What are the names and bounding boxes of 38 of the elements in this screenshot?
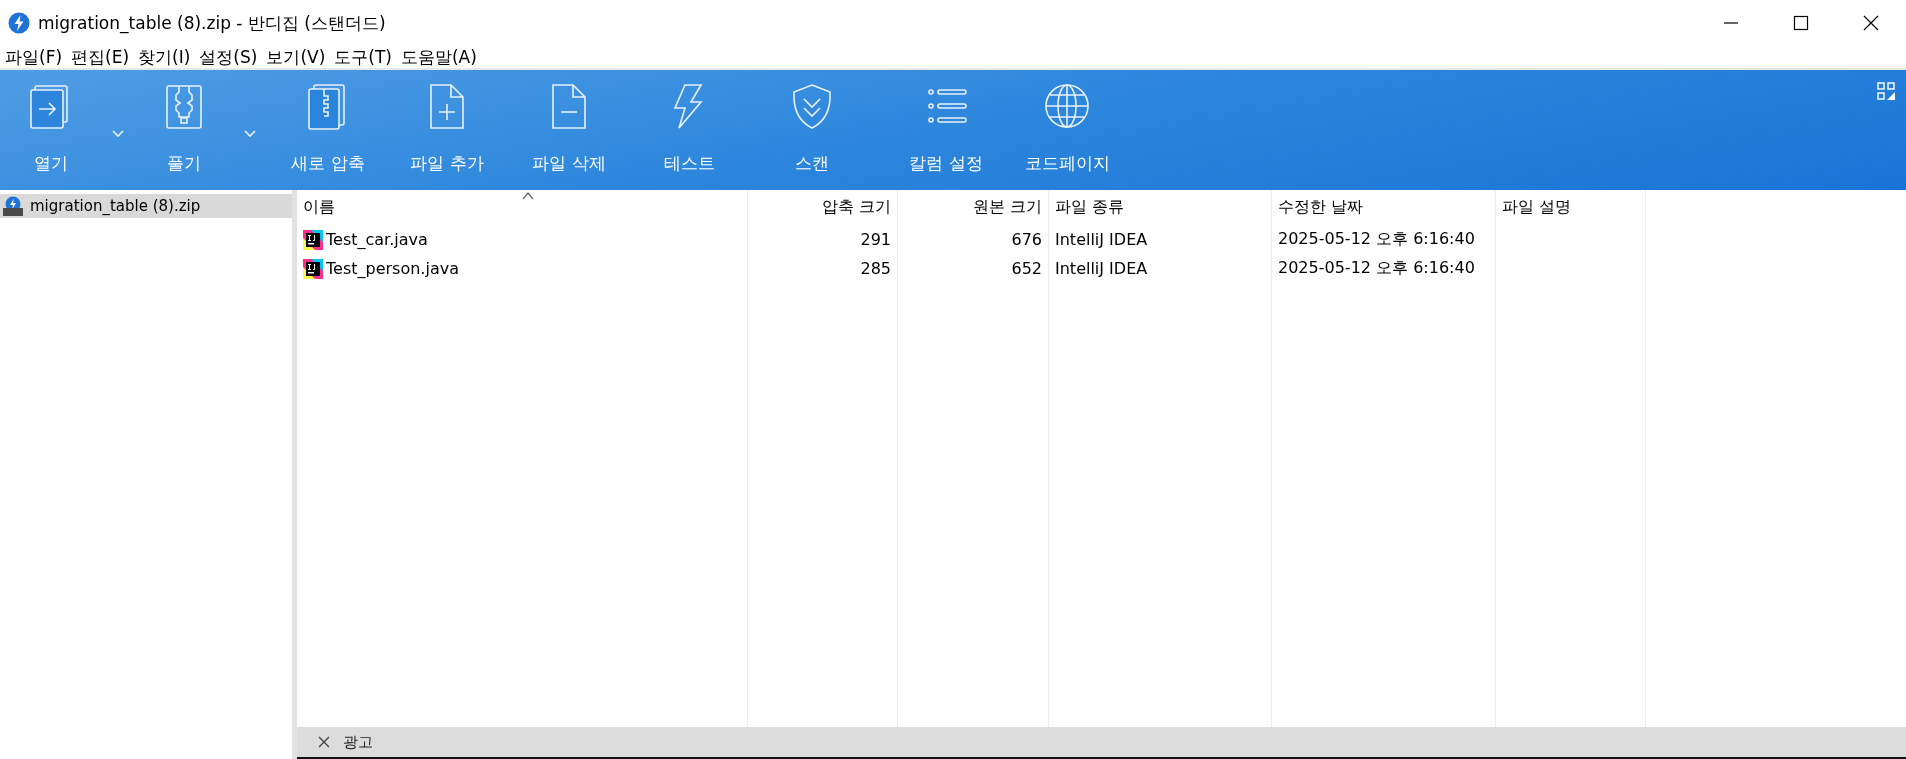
zip-file-icon (2, 196, 24, 216)
toolbar-button[interactable]: 테스트 (634, 74, 744, 184)
caret-icon (244, 130, 256, 138)
table-cell: 285 (860, 259, 891, 278)
toolbar-button[interactable]: 코드페이지 (1012, 74, 1122, 184)
toolbar-button[interactable]: 파일 추가 (390, 74, 504, 184)
caret-icon (112, 130, 124, 138)
toolbar-button[interactable]: 스캔 (744, 74, 880, 184)
table-cell: 652 (1011, 259, 1042, 278)
file-name: Test_person.java (326, 259, 459, 278)
table-cell: IntelliJ IDEA (1055, 230, 1148, 249)
table-cell: 2025-05-12 오후 6:16:40 (1278, 229, 1475, 250)
layout-grid-icon[interactable] (1877, 82, 1896, 101)
intellij-icon (303, 229, 323, 250)
file-name: Test_car.java (326, 230, 428, 249)
app-logo-icon (8, 12, 30, 34)
menu-item[interactable]: 설정(S) (196, 45, 264, 69)
ad-label: 광고 (343, 732, 373, 752)
intellij-icon (303, 258, 323, 279)
sort-caret-icon (522, 192, 534, 200)
window-title: migration_table (8).zip - 반디집 (스탠더드) (38, 11, 386, 35)
toolbar-button[interactable]: 파일 삭제 (504, 74, 634, 184)
menu-item[interactable]: 보기(V) (263, 45, 332, 69)
close-icon (1863, 15, 1879, 31)
table-cell: IntelliJ IDEA (1055, 259, 1148, 278)
table-cell: 2025-05-12 오후 6:16:40 (1278, 258, 1475, 279)
menu-item[interactable]: 도움말(A) (397, 45, 483, 69)
table-cell: 291 (860, 230, 891, 249)
menu-item[interactable]: 도구(T) (331, 45, 398, 69)
menu-item[interactable]: 편집(E) (68, 45, 136, 69)
toolbar-button[interactable]: 칼럼 설정 (880, 74, 1012, 184)
sidebar-item[interactable]: migration_table (8).zip (0, 194, 292, 218)
menu-item[interactable]: 찾기(I) (135, 45, 197, 69)
close-ad-button[interactable] (317, 735, 331, 749)
menu-item[interactable]: 파일(F) (2, 45, 69, 69)
maximize-icon (1793, 15, 1809, 31)
table-cell: 676 (1011, 230, 1042, 249)
minimize-icon (1723, 22, 1739, 24)
